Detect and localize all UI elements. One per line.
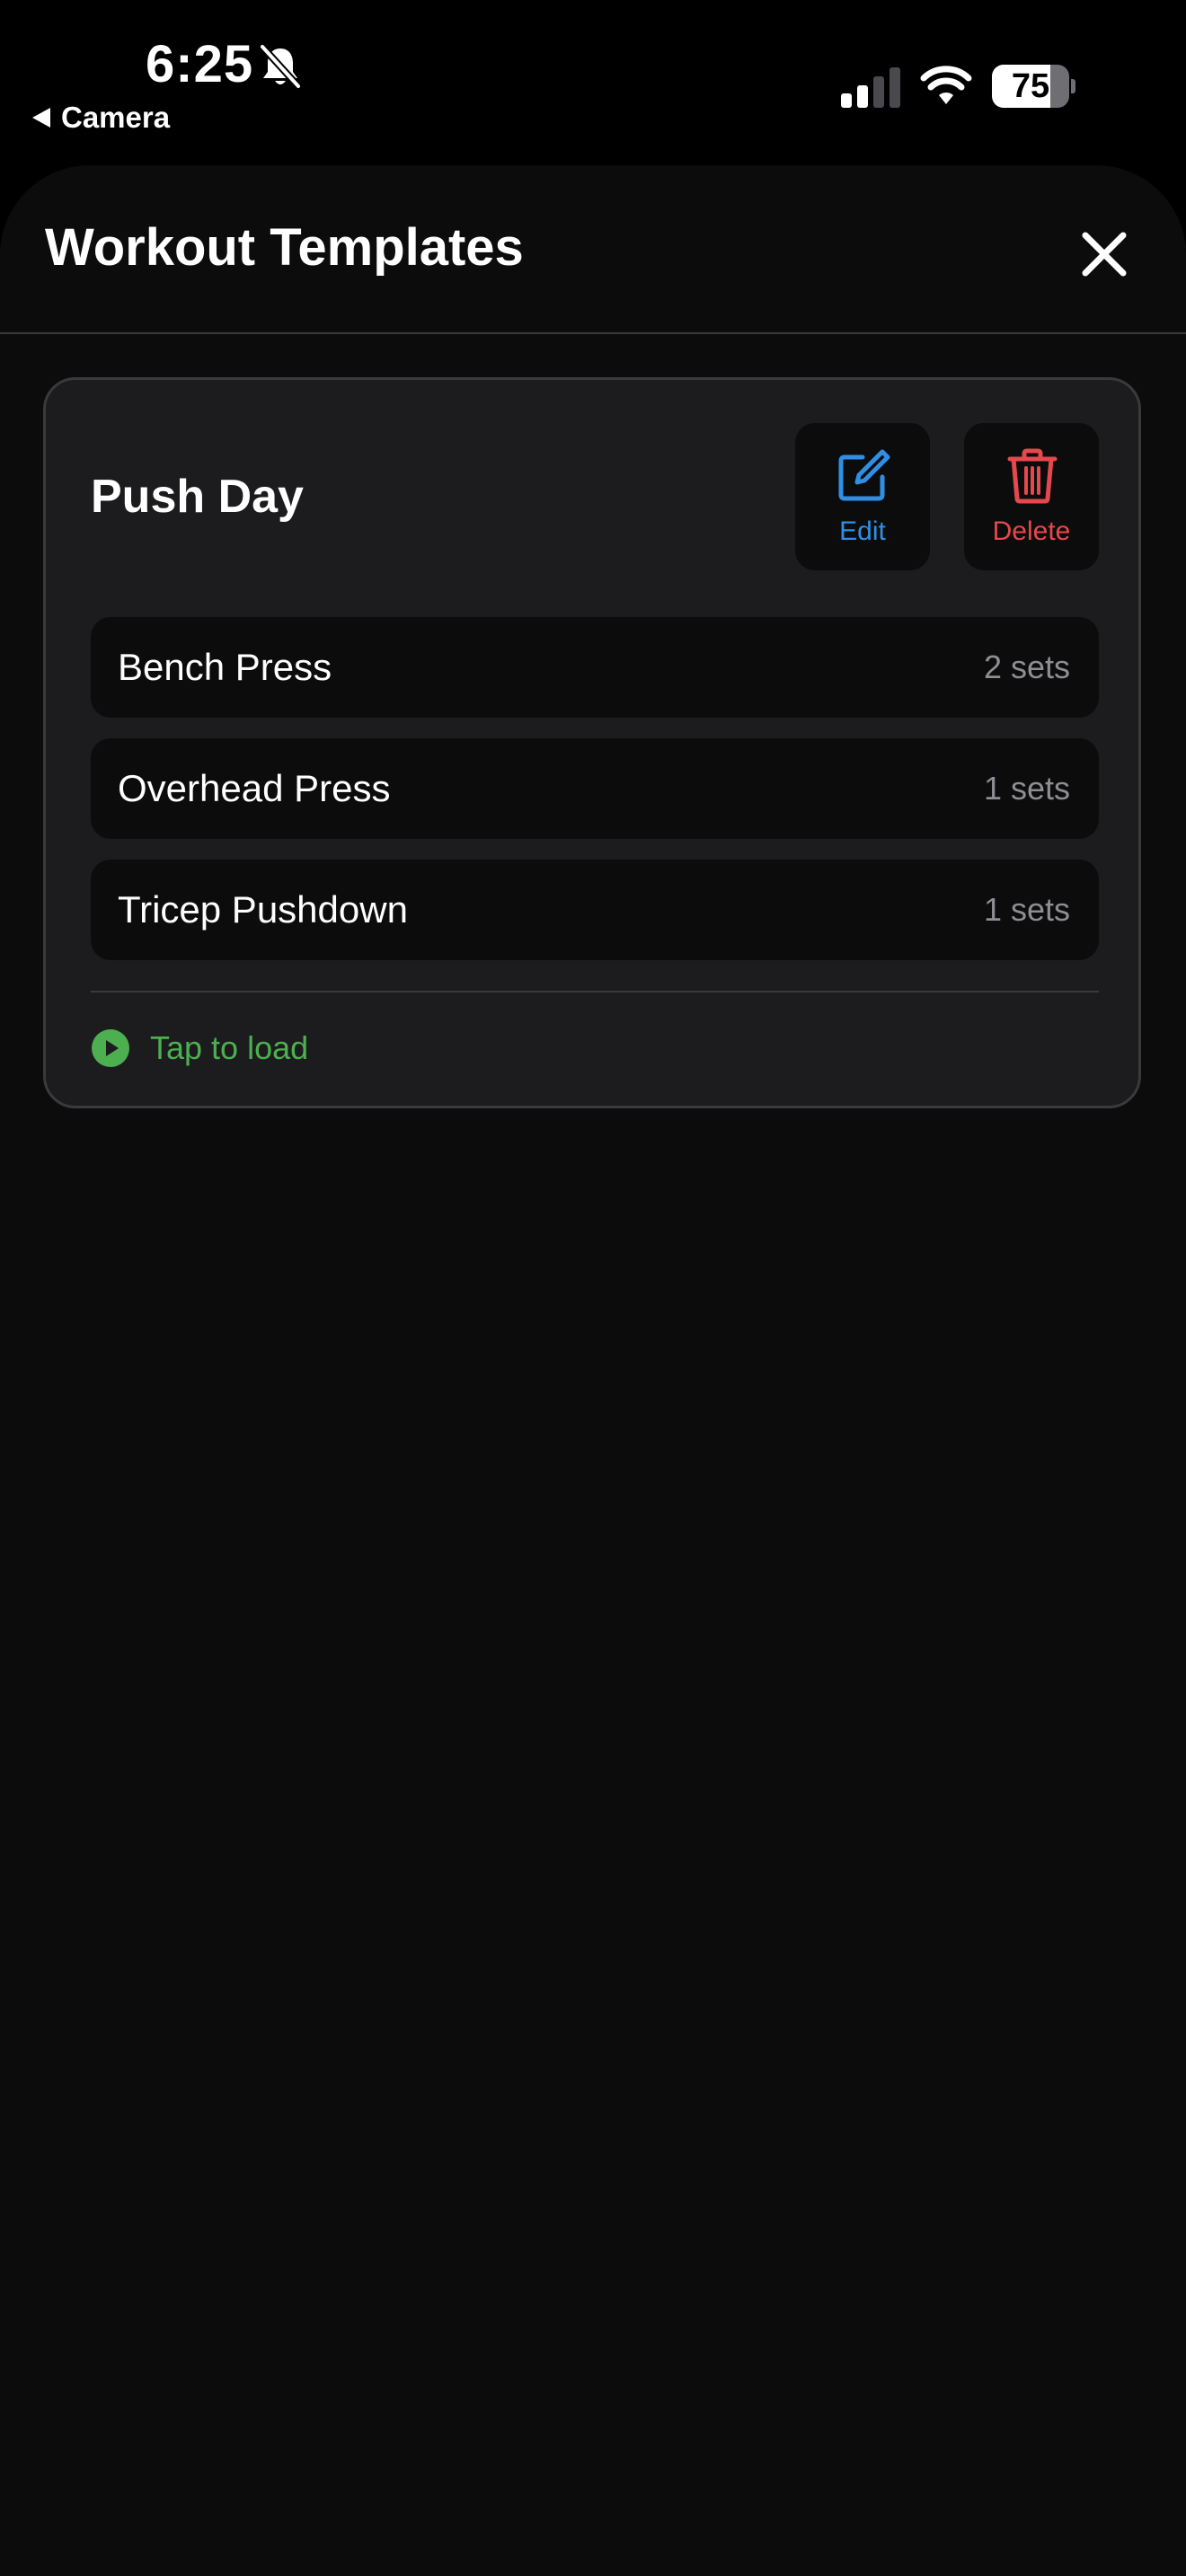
edit-button[interactable]: Edit	[795, 423, 930, 570]
exercise-row: Overhead Press 1 sets	[91, 738, 1099, 839]
edit-label: Edit	[839, 516, 886, 546]
cellular-signal-icon	[841, 67, 900, 108]
play-circle-icon	[92, 1029, 129, 1067]
header-divider	[0, 332, 1186, 334]
trash-icon	[1007, 448, 1058, 504]
close-icon[interactable]	[1075, 225, 1134, 284]
battery-percent: 75	[1011, 67, 1050, 105]
exercise-sets: 2 sets	[983, 648, 1070, 685]
battery-indicator: 75	[992, 65, 1075, 108]
delete-label: Delete	[992, 516, 1071, 546]
wifi-icon	[920, 66, 972, 104]
exercise-sets: 1 sets	[983, 770, 1070, 807]
delete-button[interactable]: Delete	[964, 423, 1099, 570]
template-card[interactable]: Push Day Edit Delete Bench Press 2 sets	[43, 377, 1141, 1108]
load-label: Tap to load	[150, 1029, 309, 1066]
sheet-header: Workout Templates	[0, 165, 1186, 332]
status-bar: 6:25 Camera 75	[0, 0, 1186, 162]
exercise-sets: 1 sets	[983, 891, 1070, 928]
exercise-row: Tricep Pushdown 1 sets	[91, 860, 1099, 960]
edit-icon	[838, 449, 890, 501]
template-name: Push Day	[91, 471, 304, 523]
exercise-name: Overhead Press	[118, 767, 391, 809]
bell-slash-icon	[260, 44, 301, 89]
back-label: Camera	[61, 101, 171, 134]
exercise-name: Tricep Pushdown	[118, 888, 408, 931]
card-divider	[91, 991, 1099, 992]
back-arrow-icon	[32, 108, 50, 128]
back-to-camera-link[interactable]: Camera	[32, 101, 170, 135]
status-time: 6:25	[146, 35, 254, 93]
tap-to-load-button[interactable]: Tap to load	[91, 1021, 308, 1075]
templates-sheet: Workout Templates Push Day Edit Delete B…	[0, 165, 1186, 2576]
exercise-name: Bench Press	[118, 646, 332, 688]
exercise-row: Bench Press 2 sets	[91, 617, 1099, 718]
page-title: Workout Templates	[45, 218, 524, 277]
